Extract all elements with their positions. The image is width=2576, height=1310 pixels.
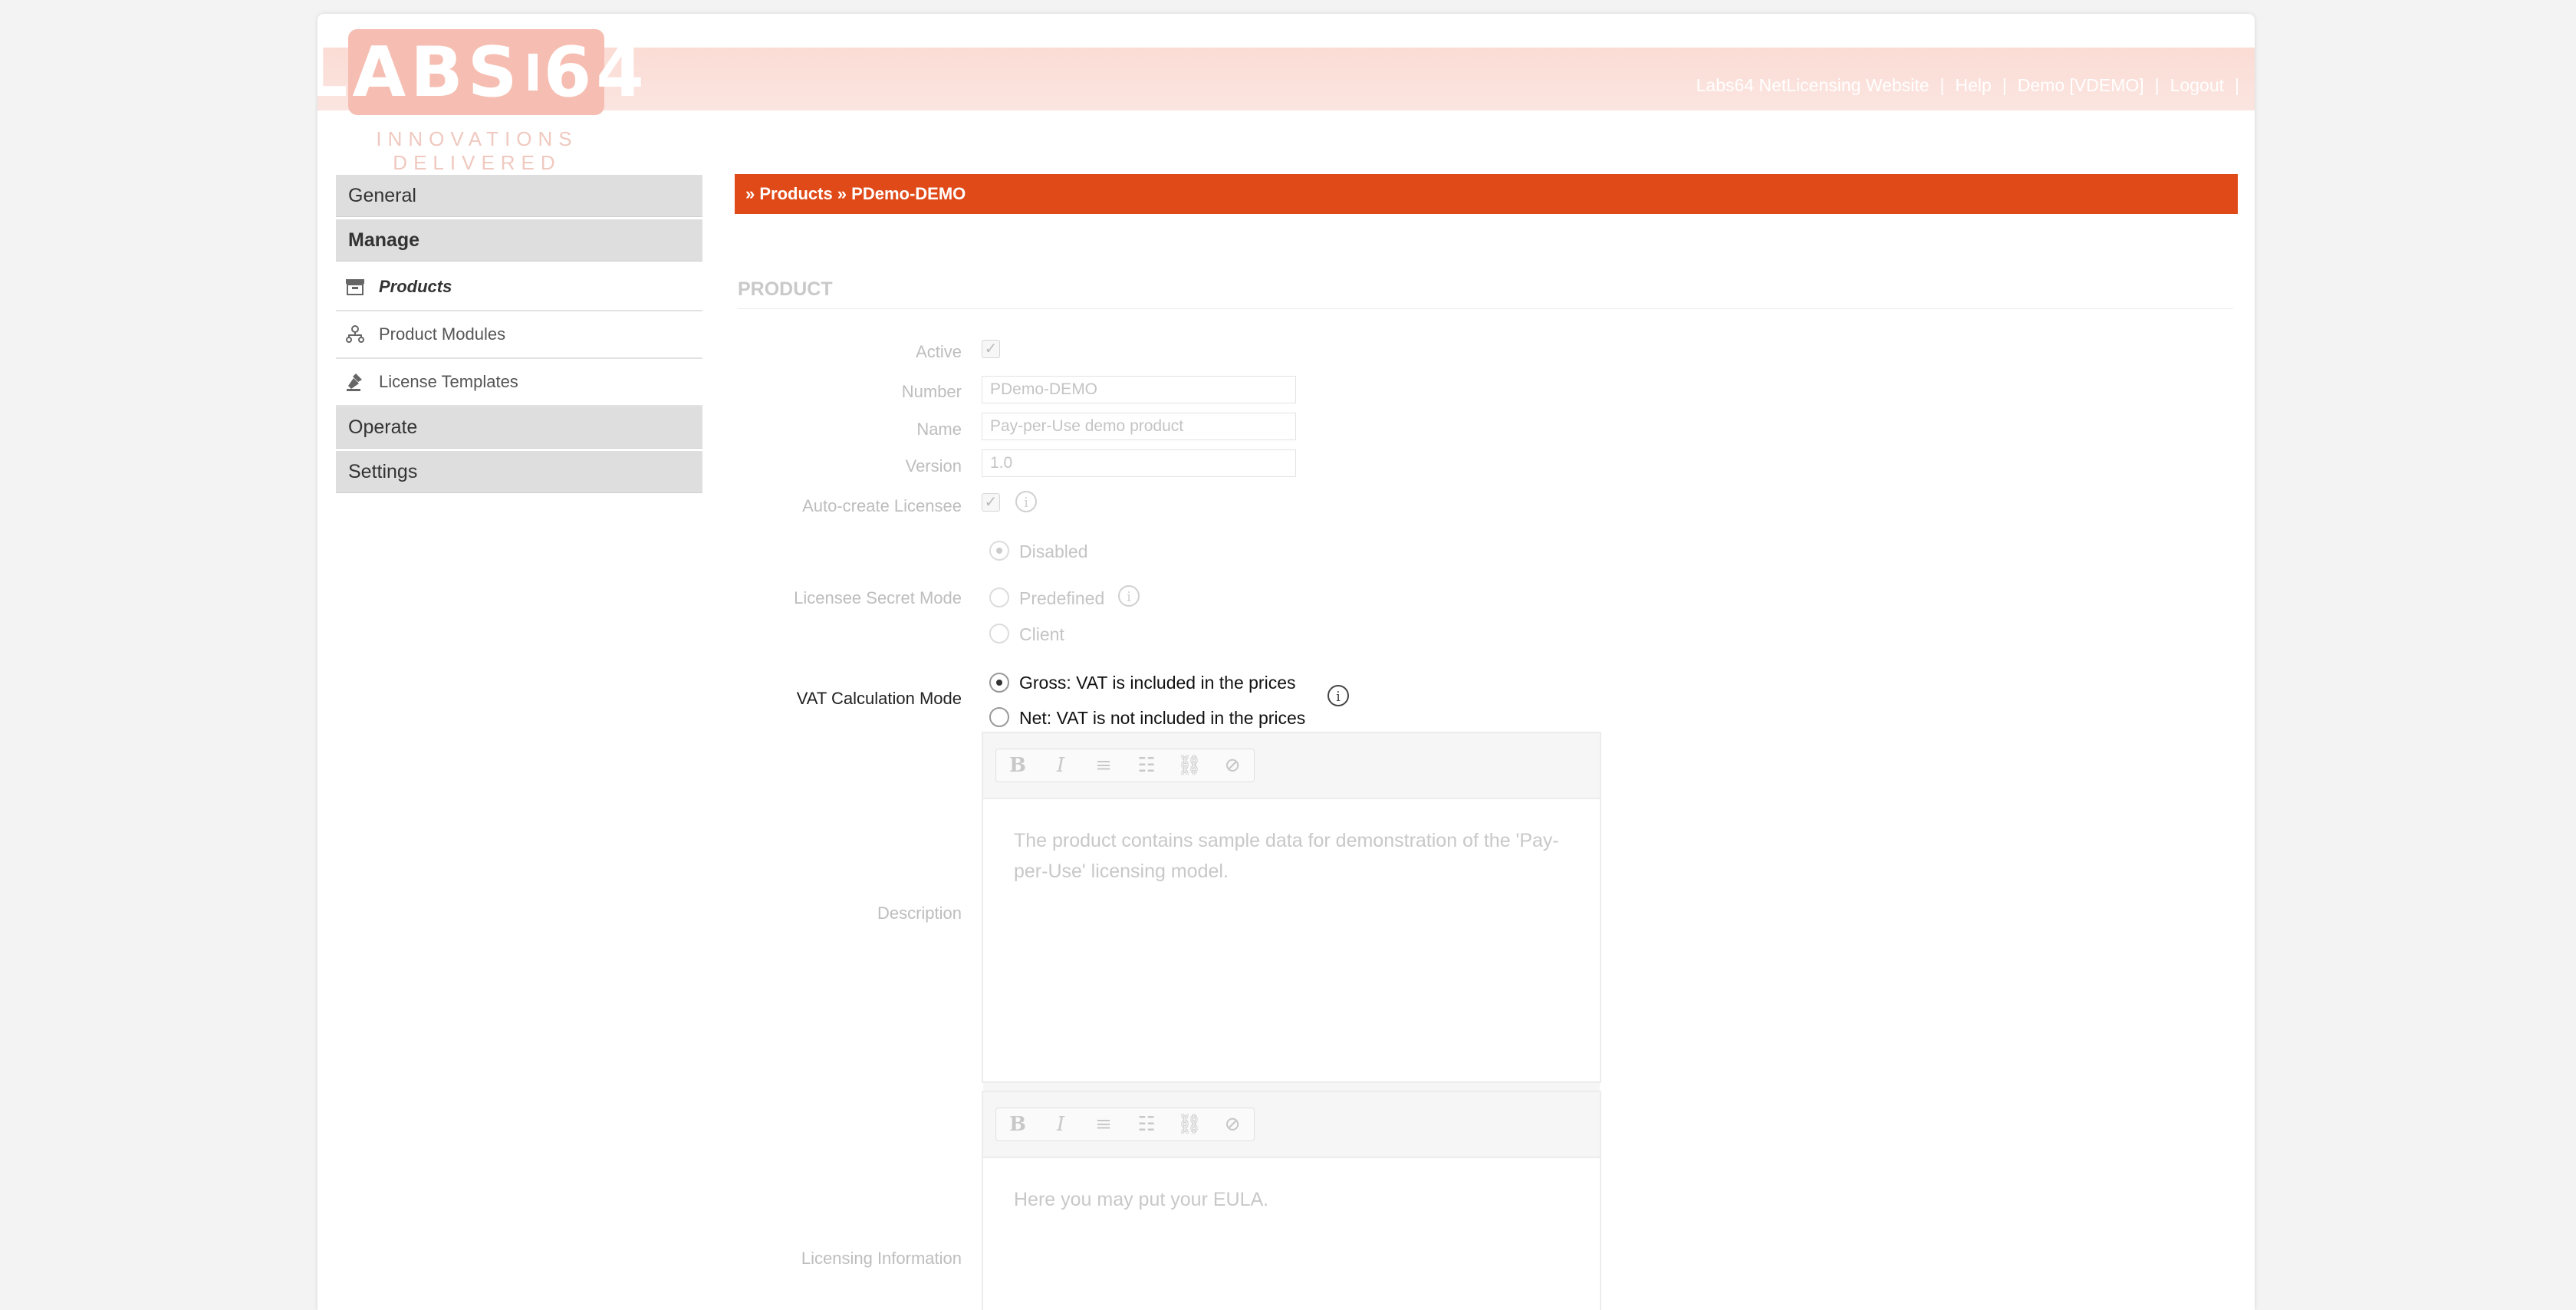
logo-square	[528, 54, 538, 91]
auto-create-label: Auto-create Licensee	[802, 496, 962, 515]
secret-mode-label: Licensee Secret Mode	[794, 588, 962, 607]
secret-client-label: Client	[1019, 624, 1064, 644]
secret-predefined-radio[interactable]	[989, 588, 1009, 607]
page-container: LABS 64 INNOVATIONS DELIVERED Labs64 Net…	[317, 14, 2255, 1310]
secret-disabled-radio[interactable]	[989, 541, 1009, 561]
logo-text-left: LABS	[317, 31, 522, 113]
licensing-info-label: Licensing Information	[801, 1249, 962, 1268]
description-editor[interactable]: B I ≡ ☷ ⛓ ⊘ The product contains sample …	[982, 732, 1601, 1120]
ordered-list-icon[interactable]: ≡	[1082, 749, 1125, 782]
version-input[interactable]: 1.0	[982, 449, 1296, 477]
sidebar-item-label: License Templates	[379, 372, 518, 391]
sidebar-section-manage[interactable]: Manage	[336, 219, 702, 262]
active-checkbox[interactable]: ✓	[982, 340, 1000, 358]
nav-website-link[interactable]: Labs64 NetLicensing Website	[1696, 75, 1930, 96]
unordered-list-icon[interactable]: ☷	[1125, 1108, 1168, 1140]
vat-info-icon[interactable]: i	[1327, 685, 1349, 706]
box-icon	[344, 275, 367, 298]
description-text[interactable]: The product contains sample data for dem…	[983, 799, 1600, 1081]
secret-disabled-label: Disabled	[1019, 541, 1088, 561]
secret-mode-info-icon[interactable]: i	[1118, 585, 1140, 607]
sidebar-section-general[interactable]: General	[336, 175, 702, 217]
bold-icon[interactable]: B	[996, 749, 1039, 782]
unlink-icon[interactable]: ⊘	[1211, 749, 1254, 782]
sidebar-item-label: Product Modules	[379, 324, 506, 344]
nav-logout-link[interactable]: Logout	[2170, 75, 2224, 96]
licensing-info-text[interactable]: Here you may put your EULA.	[983, 1158, 1600, 1241]
number-input[interactable]: PDemo-DEMO	[982, 376, 1296, 403]
secret-predefined-label: Predefined	[1019, 588, 1105, 608]
logo-tagline: INNOVATIONS DELIVERED	[376, 127, 578, 174]
vat-mode-label: VAT Calculation Mode	[796, 689, 962, 708]
sidebar: General Manage Products Product Modules …	[336, 175, 702, 495]
nav-separator: |	[2235, 75, 2239, 95]
logo[interactable]: LABS 64	[317, 29, 644, 115]
vat-net-radio[interactable]	[989, 707, 1009, 727]
breadcrumb: » Products » PDemo-DEMO	[735, 174, 2238, 214]
italic-icon[interactable]: I	[1039, 749, 1082, 782]
section-title: PRODUCT	[738, 278, 2233, 309]
vat-gross-radio[interactable]	[989, 673, 1009, 693]
licensing-info-editor[interactable]: B I ≡ ☷ ⛓ ⊘ Here you may put your EULA.	[982, 1091, 1601, 1310]
nav-separator: |	[1939, 75, 1945, 95]
link-icon[interactable]: ⛓	[1168, 1108, 1211, 1140]
vat-net-label: Net: VAT is not included in the prices	[1019, 708, 1306, 728]
link-icon[interactable]: ⛓	[1168, 749, 1211, 782]
italic-icon[interactable]: I	[1039, 1108, 1082, 1140]
description-format-buttons: B I ≡ ☷ ⛓ ⊘	[995, 749, 1255, 782]
unlink-icon[interactable]: ⊘	[1211, 1108, 1254, 1140]
auto-create-checkbox[interactable]: ✓	[982, 493, 1000, 512]
sitemap-icon	[344, 323, 367, 346]
licensing-format-buttons: B I ≡ ☷ ⛓ ⊘	[995, 1108, 1255, 1141]
sidebar-item-label: Products	[379, 277, 452, 296]
secret-client-radio[interactable]	[989, 624, 1009, 643]
version-label: Version	[905, 456, 962, 476]
description-toolbar: B I ≡ ☷ ⛓ ⊘	[983, 733, 1600, 799]
vat-gross-label: Gross: VAT is included in the prices	[1019, 673, 1296, 693]
stamp-icon	[344, 370, 367, 393]
name-input[interactable]: Pay-per-Use demo product	[982, 413, 1296, 440]
ordered-list-icon[interactable]: ≡	[1082, 1108, 1125, 1140]
nav-separator: |	[2154, 75, 2160, 95]
nav-account-link[interactable]: Demo [VDEMO]	[2018, 75, 2144, 96]
unordered-list-icon[interactable]: ☷	[1125, 749, 1168, 782]
licensing-info-toolbar: B I ≡ ☷ ⛓ ⊘	[983, 1092, 1600, 1158]
logo-text-right: 64	[543, 31, 649, 113]
bold-icon[interactable]: B	[996, 1108, 1039, 1140]
number-label: Number	[901, 382, 962, 401]
active-label: Active	[916, 342, 962, 361]
top-navigation: Labs64 NetLicensing Website | Help | Dem…	[1696, 75, 2239, 96]
nav-separator: |	[2002, 75, 2007, 95]
name-label: Name	[916, 420, 962, 439]
auto-create-info-icon[interactable]: i	[1015, 491, 1037, 512]
description-label: Description	[877, 904, 962, 923]
nav-help-link[interactable]: Help	[1956, 75, 1992, 96]
sidebar-item-products[interactable]: Products	[336, 264, 702, 311]
